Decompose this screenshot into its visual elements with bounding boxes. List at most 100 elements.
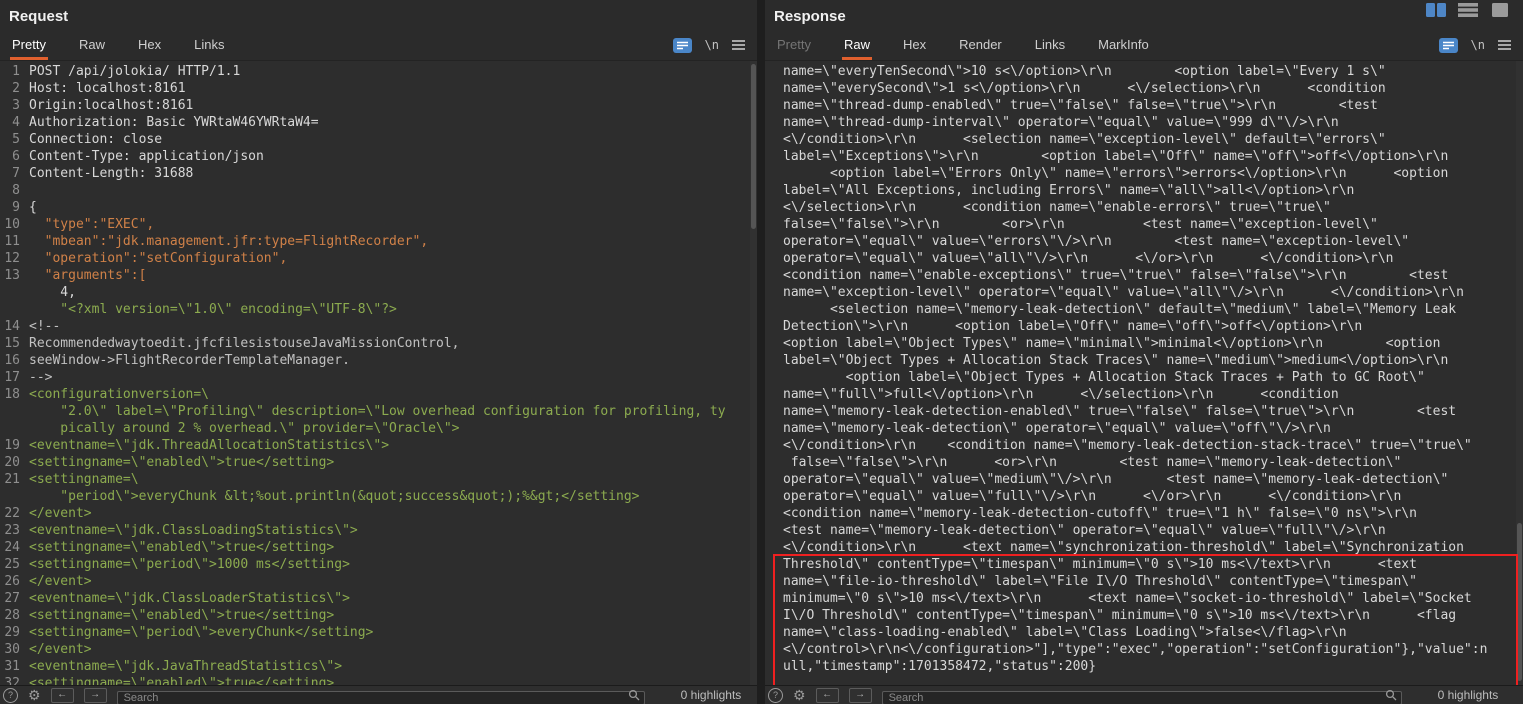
- tab-raw[interactable]: Raw: [842, 30, 872, 60]
- code-line: Threshold\" contentType=\"timespan\" min…: [765, 556, 1523, 573]
- code-line: pically around 2 % overhead.\" provider=…: [0, 420, 757, 437]
- code-line: 24<settingname=\"enabled\">true</setting…: [0, 539, 757, 556]
- line-number: 9: [0, 199, 29, 216]
- code-line: 20<settingname=\"enabled\">true</setting…: [0, 454, 757, 471]
- code-line: 11 "mbean":"jdk.management.jfr:type=Flig…: [0, 233, 757, 250]
- response-tabs: Pretty Raw Hex Render Links MarkInfo: [775, 30, 1151, 60]
- tab-links[interactable]: Links: [1033, 30, 1067, 60]
- line-number: 1: [0, 63, 29, 80]
- response-tabbar-icons: \n: [1439, 30, 1511, 60]
- code-line: 2Host: localhost:8161: [0, 80, 757, 97]
- line-number: 27: [0, 590, 29, 607]
- line-number: 20: [0, 454, 29, 471]
- tab-hex[interactable]: Hex: [901, 30, 928, 60]
- code-line: name=\"everySecond\">1 s<\/option>\r\n <…: [765, 80, 1523, 97]
- code-line: operator=\"equal\" value=\"errors\"\/>\r…: [765, 233, 1523, 250]
- layout-single-button[interactable]: [1490, 3, 1510, 17]
- tab-raw[interactable]: Raw: [77, 30, 107, 60]
- code-line: operator=\"equal\" value=\"full\"\/>\r\n…: [765, 488, 1523, 505]
- line-number: 12: [0, 250, 29, 267]
- code-line: <selection name=\"memory-leak-detection\…: [765, 301, 1523, 318]
- code-line: 32<settingname=\"enabled\">true</setting…: [0, 675, 757, 685]
- line-number: 3: [0, 97, 29, 114]
- line-number: 23: [0, 522, 29, 539]
- response-scrollbar[interactable]: [1516, 61, 1523, 685]
- tab-markinfo[interactable]: MarkInfo: [1096, 30, 1151, 60]
- tab-render[interactable]: Render: [957, 30, 1004, 60]
- search-settings-gear-icon[interactable]: [793, 688, 806, 702]
- layout-rows-button[interactable]: [1458, 3, 1478, 17]
- line-number: 7: [0, 165, 29, 182]
- code-line: 3Origin:localhost:8161: [0, 97, 757, 114]
- code-line: name=\"file-io-threshold\" label=\"File …: [765, 573, 1523, 590]
- request-searchbar: 0 highlights: [0, 685, 757, 704]
- layout-buttons: [1426, 3, 1510, 17]
- line-number: 30: [0, 641, 29, 658]
- code-line: "2.0\" label=\"Profiling\" description=\…: [0, 403, 757, 420]
- line-number: 24: [0, 539, 29, 556]
- code-line: 27<eventname=\"jdk.ClassLoaderStatistics…: [0, 590, 757, 607]
- code-line: 4,: [0, 284, 757, 301]
- panel-splitter[interactable]: [757, 0, 765, 704]
- response-search-input[interactable]: [882, 691, 1402, 704]
- line-number: 19: [0, 437, 29, 454]
- editor-menu-icon[interactable]: [1498, 40, 1511, 50]
- line-number: 10: [0, 216, 29, 233]
- request-panel: Request Pretty Raw Hex Links \n 1POST /api/…: [0, 0, 757, 704]
- request-search-input[interactable]: [117, 691, 645, 704]
- code-line: name=\"memory-leak-detection\" operator=…: [765, 420, 1523, 437]
- request-scrollbar[interactable]: [750, 61, 757, 685]
- code-line: <\/condition>\r\n <text name=\"synchroni…: [765, 539, 1523, 556]
- response-panel-title: Response: [774, 8, 846, 25]
- help-icon[interactable]: [3, 688, 18, 703]
- code-line: <option label=\"Errors Only\" name=\"err…: [765, 165, 1523, 182]
- request-search-field: [117, 688, 645, 702]
- request-scrollbar-thumb[interactable]: [751, 64, 756, 229]
- search-settings-gear-icon[interactable]: [28, 688, 41, 702]
- show-newlines-icon[interactable]: \n: [705, 38, 719, 52]
- line-number: 5: [0, 131, 29, 148]
- code-line: <option label=\"Object Types + Allocatio…: [765, 369, 1523, 386]
- previous-match-button[interactable]: [51, 688, 74, 703]
- search-icon: [1385, 689, 1397, 701]
- response-highlights-count: 0 highlights: [1438, 688, 1499, 702]
- line-number: 2: [0, 80, 29, 97]
- code-line: 13 "arguments":[: [0, 267, 757, 284]
- response-search-field: [882, 688, 1402, 702]
- response-editor[interactable]: name=\"everyTenSecond\">10 s<\/option>\r…: [765, 61, 1523, 685]
- tab-hex[interactable]: Hex: [136, 30, 163, 60]
- editor-menu-icon[interactable]: [732, 40, 745, 50]
- layout-columns-button[interactable]: [1426, 3, 1446, 17]
- tab-pretty[interactable]: Pretty: [10, 30, 48, 60]
- request-editor[interactable]: 1POST /api/jolokia/ HTTP/1.12Host: local…: [0, 61, 757, 685]
- line-number: 17: [0, 369, 29, 386]
- wrap-lines-icon[interactable]: [1439, 38, 1458, 53]
- line-number: 4: [0, 114, 29, 131]
- code-line: 7Content-Length: 31688: [0, 165, 757, 182]
- next-match-button[interactable]: [849, 688, 872, 703]
- code-line: name=\"exception-level\" operator=\"equa…: [765, 284, 1523, 301]
- line-number: 25: [0, 556, 29, 573]
- tab-links[interactable]: Links: [192, 30, 226, 60]
- line-number: 18: [0, 386, 29, 403]
- code-line: 10 "type":"EXEC",: [0, 216, 757, 233]
- wrap-lines-icon[interactable]: [673, 38, 692, 53]
- next-match-button[interactable]: [84, 688, 107, 703]
- tab-pretty: Pretty: [775, 30, 813, 60]
- code-line: label=\"All Exceptions, including Errors…: [765, 182, 1523, 199]
- help-icon[interactable]: [768, 688, 783, 703]
- code-line: name=\"memory-leak-detection-enabled\" t…: [765, 403, 1523, 420]
- code-line: <\/condition>\r\n <condition name=\"memo…: [765, 437, 1523, 454]
- show-newlines-icon[interactable]: \n: [1471, 38, 1485, 52]
- code-line: false=\"false\">\r\n <or>\r\n <test name…: [765, 454, 1523, 471]
- code-line: 8: [0, 182, 757, 199]
- request-panel-title: Request: [9, 8, 68, 25]
- code-line: name=\"class-loading-enabled\" label=\"C…: [765, 624, 1523, 641]
- code-line: 26</event>: [0, 573, 757, 590]
- code-line: <\/selection>\r\n <condition name=\"enab…: [765, 199, 1523, 216]
- code-line: name=\"everyTenSecond\">10 s<\/option>\r…: [765, 63, 1523, 80]
- code-line: 30</event>: [0, 641, 757, 658]
- response-scrollbar-thumb[interactable]: [1517, 523, 1522, 681]
- code-line: "<?xml version=\"1.0\" encoding=\"UTF-8\…: [0, 301, 757, 318]
- previous-match-button[interactable]: [816, 688, 839, 703]
